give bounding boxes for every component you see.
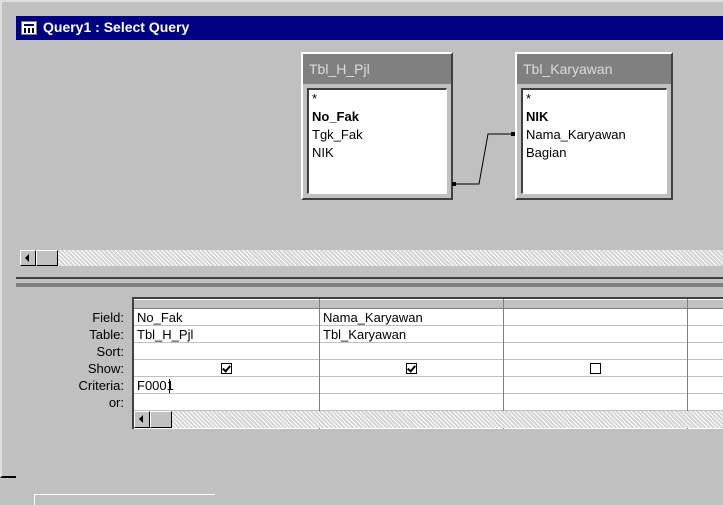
design-grid-pane: Field: Table: Sort: Show: Criteria: or: … [16, 287, 723, 462]
scroll-left-button[interactable] [134, 411, 150, 428]
criteria-cell[interactable] [320, 377, 503, 394]
design-grid[interactable]: No_Fak Tbl_H_Pjl F0001 Nama_Karyawan Tbl… [132, 297, 723, 429]
sort-cell[interactable] [504, 343, 687, 360]
row-label-or: or: [108, 395, 124, 410]
field-item[interactable]: * [312, 90, 446, 108]
table-box-title[interactable]: Tbl_H_Pjl [303, 54, 451, 84]
field-list[interactable]: * NIK Nama_Karyawan Bagian [521, 88, 667, 194]
query-window: Query1 : Select Query Tbl_H_Pjl * No_Fak… [0, 0, 723, 480]
table-cell[interactable] [504, 326, 687, 343]
arrow-left-icon [25, 254, 29, 262]
or-cell[interactable] [320, 394, 503, 411]
table-box-tbl-karyawan[interactable]: Tbl_Karyawan * NIK Nama_Karyawan Bagian [515, 52, 673, 200]
table-box-title[interactable]: Tbl_Karyawan [517, 54, 671, 84]
field-item[interactable]: NIK [312, 144, 446, 162]
criteria-cell[interactable]: F0001 [134, 377, 319, 394]
table-box-tbl-h-pjl[interactable]: Tbl_H_Pjl * No_Fak Tgk_Fak NIK [301, 52, 453, 200]
row-label-show: Show: [87, 361, 124, 376]
field-list[interactable]: * No_Fak Tgk_Fak NIK [307, 88, 447, 194]
column-selector[interactable] [320, 299, 503, 309]
table-cell[interactable]: Tbl_H_Pjl [134, 326, 319, 343]
upper-horizontal-scrollbar[interactable] [20, 250, 723, 266]
grid-column-4[interactable] [688, 299, 723, 429]
grid-column-2[interactable]: Nama_Karyawan Tbl_Karyawan [320, 299, 504, 429]
scroll-thumb[interactable] [36, 250, 58, 266]
sort-cell[interactable] [134, 343, 319, 360]
taskbar-tab[interactable] [34, 494, 215, 505]
checkbox-icon[interactable] [405, 363, 417, 374]
field-item[interactable]: * [526, 90, 666, 108]
show-cell[interactable] [134, 360, 319, 377]
row-label-field: Field: [92, 310, 124, 325]
table-cell[interactable]: Tbl_Karyawan [320, 326, 503, 343]
row-label-table: Table: [89, 327, 124, 342]
table-cell[interactable] [688, 326, 723, 343]
field-cell[interactable] [504, 309, 687, 326]
column-selector[interactable] [134, 299, 319, 309]
query-icon[interactable] [21, 21, 37, 35]
table-pane[interactable]: Tbl_H_Pjl * No_Fak Tgk_Fak NIK Tbl_Karya… [16, 40, 723, 268]
field-cell[interactable]: No_Fak [134, 309, 319, 326]
show-cell[interactable] [320, 360, 503, 377]
field-cell[interactable]: Nama_Karyawan [320, 309, 503, 326]
or-cell[interactable] [688, 394, 723, 411]
arrow-left-icon [139, 415, 143, 423]
field-item[interactable]: Bagian [526, 144, 666, 162]
row-label-sort: Sort: [96, 344, 124, 359]
field-item[interactable]: Nama_Karyawan [526, 126, 666, 144]
scroll-thumb[interactable] [150, 411, 172, 428]
window-title: Query1 : Select Query [43, 19, 190, 35]
or-cell[interactable] [134, 394, 319, 411]
sort-cell[interactable] [688, 343, 723, 360]
title-bar[interactable]: Query1 : Select Query [16, 16, 723, 40]
grid-column-1[interactable]: No_Fak Tbl_H_Pjl F0001 [134, 299, 320, 429]
scroll-left-button[interactable] [20, 250, 36, 266]
row-label-criteria: Criteria: [78, 378, 124, 393]
row-labels: Field: Table: Sort: Show: Criteria: or: [16, 309, 130, 411]
criteria-cell[interactable] [688, 377, 723, 394]
field-item-primary-key[interactable]: No_Fak [312, 108, 446, 126]
field-cell[interactable] [688, 309, 723, 326]
sort-cell[interactable] [320, 343, 503, 360]
column-selector[interactable] [504, 299, 687, 309]
grid-horizontal-scrollbar[interactable] [134, 411, 723, 428]
criteria-cell[interactable] [504, 377, 687, 394]
checkbox-icon[interactable] [589, 363, 601, 374]
column-selector[interactable] [688, 299, 723, 309]
field-item[interactable]: Tgk_Fak [312, 126, 446, 144]
checkbox-icon[interactable] [220, 363, 232, 374]
field-item-primary-key[interactable]: NIK [526, 108, 666, 126]
show-cell[interactable] [688, 360, 723, 377]
show-cell[interactable] [504, 360, 687, 377]
text-cursor [169, 379, 170, 393]
taskbar-strip [0, 478, 723, 505]
or-cell[interactable] [504, 394, 687, 411]
grid-column-3[interactable] [504, 299, 688, 429]
